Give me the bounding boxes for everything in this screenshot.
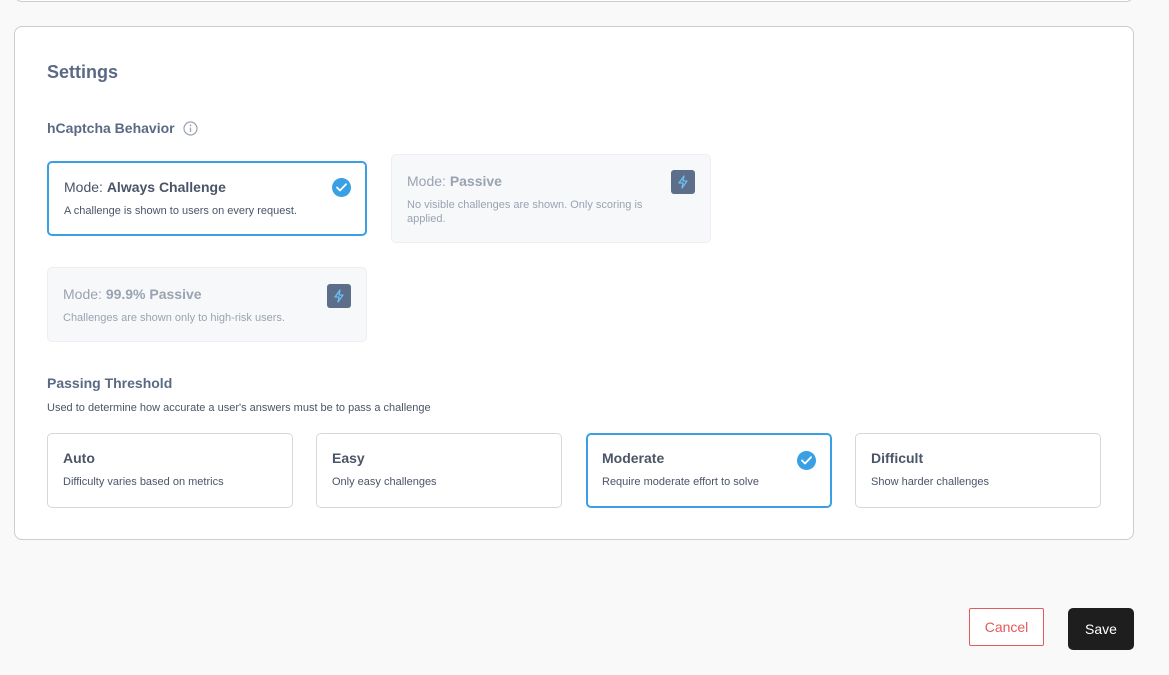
threshold-option-title: Easy [332, 450, 365, 466]
threshold-option-title: Auto [63, 450, 95, 466]
threshold-option-difficult[interactable]: Difficult Show harder challenges [855, 433, 1101, 508]
mode-name: 99.9% Passive [105, 286, 202, 302]
mode-title: Mode: Passive [407, 173, 695, 189]
settings-title: Settings [47, 62, 119, 82]
cancel-button[interactable]: Cancel [969, 608, 1044, 646]
save-button[interactable]: Save [1068, 608, 1134, 650]
settings-card: Settings hCaptcha Behavior Mode: Always … [14, 26, 1134, 540]
mode-description: A challenge is shown to users on every r… [64, 205, 297, 217]
mode-description: Challenges are shown only to high-risk u… [63, 312, 285, 324]
threshold-option-description: Only easy challenges [332, 476, 437, 488]
check-circle-icon [797, 451, 816, 470]
threshold-option-easy[interactable]: Easy Only easy challenges [316, 433, 562, 508]
mode-name: Passive [449, 173, 502, 189]
passing-threshold-description: Used to determine how accurate a user's … [47, 402, 431, 414]
threshold-option-auto[interactable]: Auto Difficulty varies based on metrics [47, 433, 293, 508]
mode-name: Always Challenge [106, 179, 226, 195]
info-circle-icon[interactable] [182, 120, 198, 136]
threshold-option-description: Require moderate effort to solve [602, 476, 759, 488]
threshold-option-description: Show harder challenges [871, 476, 990, 488]
mode-prefix: Mode: [63, 286, 102, 302]
mode-title: Mode: 99.9% Passive [63, 286, 351, 302]
check-circle-icon [332, 178, 351, 197]
hcaptcha-behavior-label: hCaptcha Behavior [47, 120, 175, 136]
previous-section-card [14, 0, 1134, 2]
mode-title: Mode: Always Challenge [64, 179, 350, 195]
threshold-option-title: Difficult [871, 450, 924, 466]
mode-card-99-passive[interactable]: Mode: 99.9% Passive Challenges are shown… [47, 267, 367, 342]
hcaptcha-behavior-heading: hCaptcha Behavior [47, 120, 198, 136]
mode-prefix: Mode: [407, 173, 446, 189]
passing-threshold-label: Passing Threshold [47, 375, 173, 391]
mode-description: No visible challenges are shown. Only sc… [407, 199, 643, 225]
threshold-option-title: Moderate [602, 450, 665, 466]
threshold-option-moderate[interactable]: Moderate Require moderate effort to solv… [586, 433, 832, 508]
lightning-bolt-icon [671, 170, 695, 194]
mode-prefix: Mode: [64, 179, 103, 195]
mode-card-passive[interactable]: Mode: Passive No visible challenges are … [391, 154, 711, 243]
threshold-option-description: Difficulty varies based on metrics [63, 476, 224, 488]
mode-card-always-challenge[interactable]: Mode: Always Challenge A challenge is sh… [47, 161, 367, 236]
lightning-bolt-icon [327, 284, 351, 308]
